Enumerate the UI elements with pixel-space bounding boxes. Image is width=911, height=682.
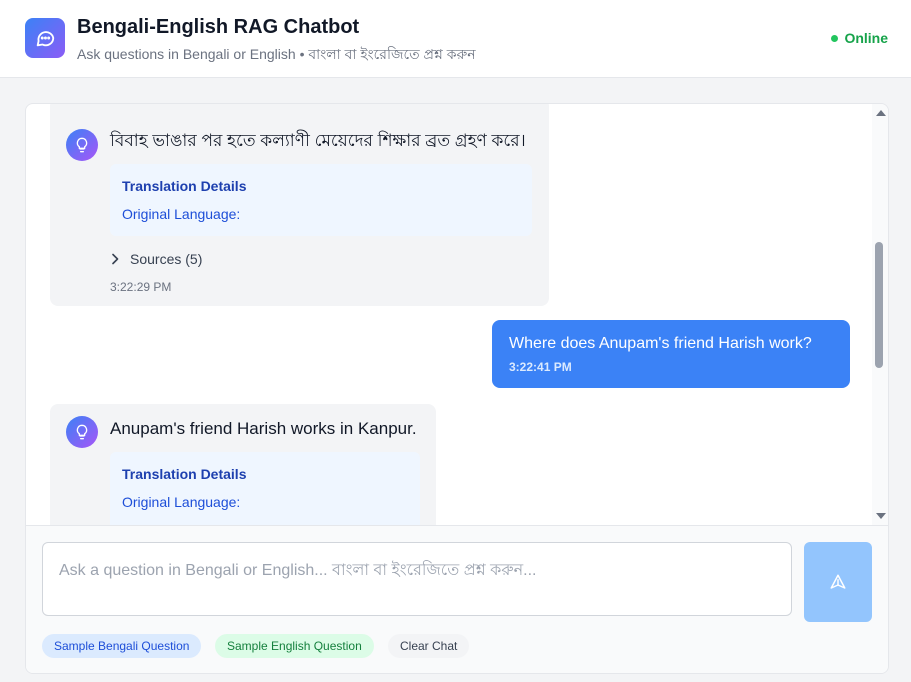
message-list: বিবাহ ভাঙার পর হতে কল্যাণী মেয়েদের শিক্…	[26, 104, 888, 525]
translation-language: Original Language:	[122, 494, 241, 510]
lightbulb-icon	[66, 416, 98, 448]
translation-details: Translation Details Original Language:	[110, 164, 532, 236]
scroll-down-arrow-icon[interactable]	[876, 513, 886, 519]
send-icon	[830, 574, 846, 589]
status-dot-icon	[831, 34, 839, 42]
sample-bengali-button[interactable]: Sample Bengali Question	[42, 634, 202, 658]
app-title: Bengali-English RAG Chatbot	[77, 16, 360, 38]
translation-language: Original Language:	[122, 206, 241, 222]
scroll-thumb[interactable]	[875, 242, 883, 368]
question-input[interactable]	[42, 542, 792, 616]
bot-message: Anupam's friend Harish works in Kanpur. …	[50, 404, 436, 525]
chat-panel: বিবাহ ভাঙার পর হতে কল্যাণী মেয়েদের শিক্…	[25, 103, 889, 674]
input-area: Sample Bengali Question Sample English Q…	[26, 525, 888, 673]
bot-message: বিবাহ ভাঙার পর হতে কল্যাণী মেয়েদের শিক্…	[50, 104, 549, 306]
clear-chat-button[interactable]: Clear Chat	[388, 634, 470, 658]
bot-message-text: বিবাহ ভাঙার পর হতে কল্যাণী মেয়েদের শিক্…	[110, 131, 526, 150]
scrollbar[interactable]	[872, 104, 888, 525]
lightbulb-icon	[66, 129, 98, 161]
translation-title: Translation Details	[122, 466, 247, 482]
app-header: Bengali-English RAG Chatbot Ask question…	[0, 0, 911, 78]
send-button[interactable]	[804, 542, 872, 622]
translation-title: Translation Details	[122, 178, 247, 194]
sources-label: Sources (5)	[130, 251, 203, 267]
translation-details: Translation Details Original Language:	[110, 452, 420, 525]
bot-message-text: Anupam's friend Harish works in Kanpur.	[110, 419, 417, 438]
message-timestamp: 3:22:41 PM	[509, 360, 572, 374]
user-message: Where does Anupam's friend Harish work? …	[492, 320, 850, 388]
user-message-text: Where does Anupam's friend Harish work?	[509, 335, 812, 352]
chevron-right-icon	[112, 253, 119, 265]
sample-english-button[interactable]: Sample English Question	[215, 634, 374, 658]
message-timestamp: 3:22:29 PM	[110, 280, 172, 294]
status-indicator: Online	[831, 30, 888, 46]
chat-bubble-icon	[25, 18, 65, 58]
status-label: Online	[844, 30, 888, 46]
scroll-up-arrow-icon[interactable]	[876, 110, 886, 116]
sources-toggle[interactable]: Sources (5)	[110, 251, 202, 267]
app-subtitle: Ask questions in Bengali or English • বা…	[77, 46, 476, 62]
